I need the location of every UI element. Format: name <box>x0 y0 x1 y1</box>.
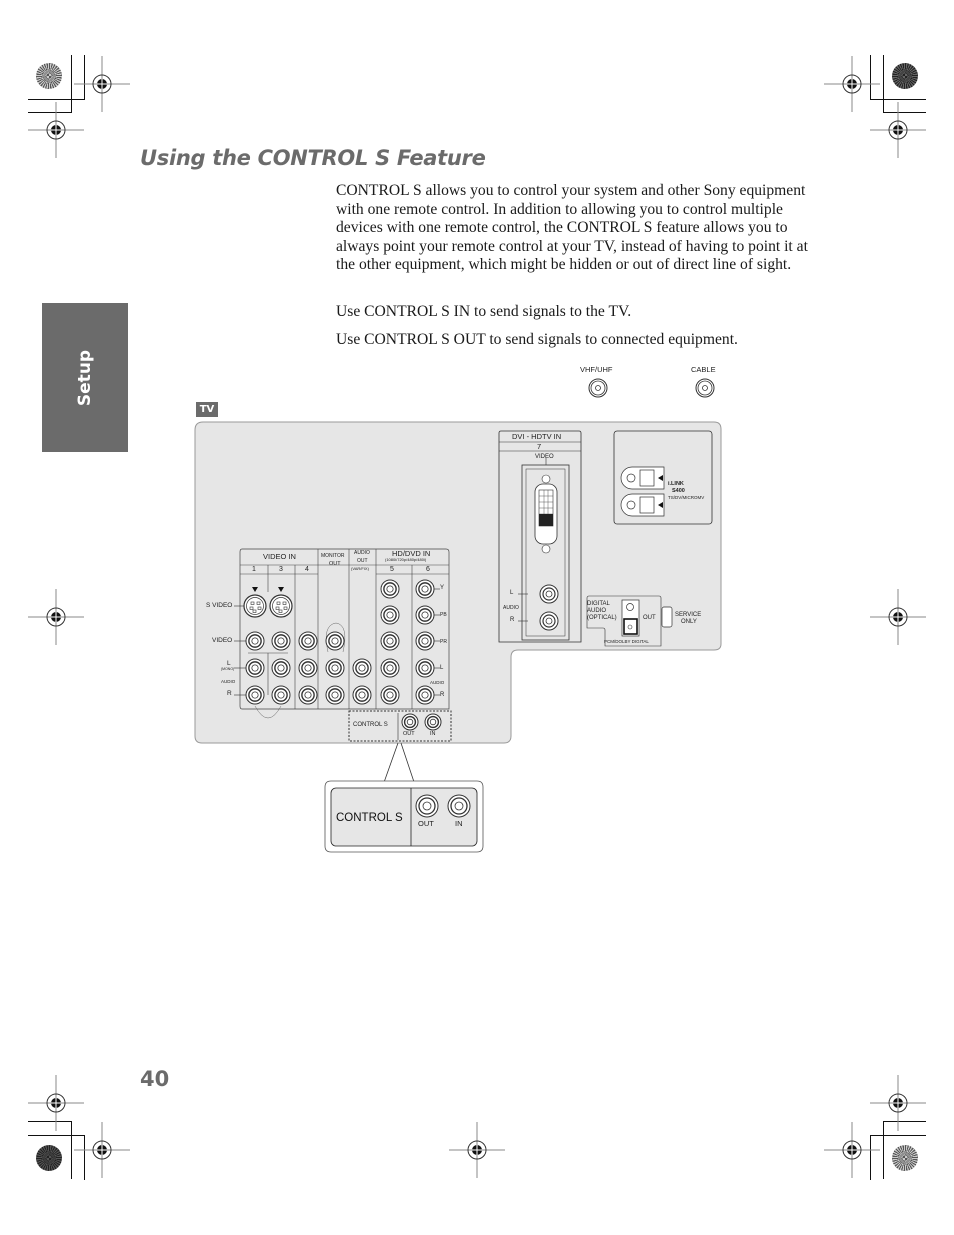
dvi-audio-l-label: L <box>510 590 514 596</box>
callout-in-label: IN <box>455 819 463 828</box>
registration-mark-icon <box>27 1074 85 1132</box>
rca-jacks <box>234 579 442 731</box>
video-row-label: VIDEO <box>212 637 233 644</box>
monitor-out-label-1: MONITOR <box>321 553 345 559</box>
digital-audio-label-2: AUDIO <box>587 608 607 614</box>
audio-out-label-2: OUT <box>357 558 368 564</box>
registration-mark-icon <box>823 1121 881 1179</box>
component-audio-label: AUDIO <box>430 680 445 685</box>
monitor-out-label-2: OUT <box>329 561 341 567</box>
digital-audio-label-1: DIGITAL <box>587 601 610 607</box>
audio-row-label: AUDIO <box>221 679 236 684</box>
audio-l-jack-icon <box>271 658 291 678</box>
dvi-title: DVI - HDTV IN <box>512 432 562 441</box>
callout-out-label: OUT <box>418 819 434 828</box>
mono-label: (MONO) <box>221 667 235 671</box>
audio-l-jack-icon <box>245 658 265 678</box>
component-y-label: Y <box>440 585 445 591</box>
video-jack-icon <box>298 631 318 651</box>
hd-dvd-6-pb-jack-icon <box>415 605 435 625</box>
audio-r-jack-icon <box>298 685 318 705</box>
registration-mark-icon <box>869 1074 927 1132</box>
audio-r-jack-icon <box>352 685 372 705</box>
hd-dvd-5-pb-jack-icon <box>380 605 400 625</box>
component-audio-r-label: R <box>440 692 445 698</box>
control-s-in-jack-icon <box>424 713 442 731</box>
audio-l-jack-icon <box>325 658 345 678</box>
audio-l-jack-icon <box>298 658 318 678</box>
component-pr-label: PR <box>440 639 447 645</box>
audio-l-jack-icon <box>352 658 372 678</box>
s-video-jack-3-icon <box>269 594 293 618</box>
callout-control-s-label: CONTROL S <box>336 812 403 824</box>
column-label-1: 1 <box>252 566 256 573</box>
registration-mark-icon <box>448 1121 506 1179</box>
column-label-5: 5 <box>390 566 394 573</box>
audio-r-jack-icon <box>245 685 265 705</box>
digital-audio-format-label: PCM/DOLBY DIGITAL <box>604 639 649 644</box>
video-jack-icon <box>271 631 291 651</box>
control-s-label: CONTROL S <box>353 722 388 728</box>
audio-l-jack-icon <box>415 658 435 678</box>
column-label-4: 4 <box>305 566 309 573</box>
column-label-3: 3 <box>279 566 283 573</box>
ilink-label: i.LINK <box>668 481 684 487</box>
column-label-6: 6 <box>426 566 430 573</box>
dvi-audio-r-label: R <box>510 617 515 623</box>
digital-audio-label-3: (OPTICAL) <box>587 615 617 621</box>
digital-audio-out-label: OUT <box>643 615 656 621</box>
control-s-out-label: OUT <box>403 731 415 737</box>
page-number: 40 <box>140 1067 170 1091</box>
control-s-in-label: IN <box>430 731 436 737</box>
hd-dvd-in-sublabel: (1080i/720p/480p/480i) <box>385 557 427 562</box>
video-jack-icon <box>245 631 265 651</box>
audio-l-jack-icon <box>380 658 400 678</box>
dvi-number: 7 <box>537 442 542 451</box>
video-jack-icon <box>415 631 435 651</box>
audio-r-jack-icon <box>325 685 345 705</box>
ilink-speed-label: S400 <box>672 488 685 494</box>
dvi-video-label: VIDEO <box>535 454 554 460</box>
service-only-label-2: ONLY <box>681 619 697 625</box>
hd-dvd-5-y-jack-icon <box>380 579 400 599</box>
audio-r-jack-icon <box>380 685 400 705</box>
audio-r-jack-icon <box>271 685 291 705</box>
audio-r-jack-icon <box>415 685 435 705</box>
video-jack-icon <box>325 631 345 651</box>
control-s-out-jack-icon <box>401 713 419 731</box>
hd-dvd-6-y-jack-icon <box>415 579 435 599</box>
audio-out-label-3: (VAR/FIX) <box>351 566 369 571</box>
video-in-label: VIDEO IN <box>263 552 296 561</box>
audio-r-row-label: R <box>227 690 232 697</box>
audio-l-row-label: L <box>227 660 231 667</box>
s-video-row-label: S VIDEO <box>206 602 233 609</box>
component-pb-label: PB <box>440 612 447 618</box>
video-jack-icon <box>380 631 400 651</box>
component-audio-l-label: L <box>440 665 444 671</box>
dvi-audio-label: AUDIO <box>503 605 519 611</box>
audio-out-label-1: AUDIO <box>354 550 370 556</box>
s-video-jack-1-icon <box>243 594 267 618</box>
registration-mark-icon <box>73 1121 131 1179</box>
ilink-format-label: TS/DV/MICROMV <box>668 495 705 500</box>
service-only-label-1: SERVICE <box>675 612 702 618</box>
